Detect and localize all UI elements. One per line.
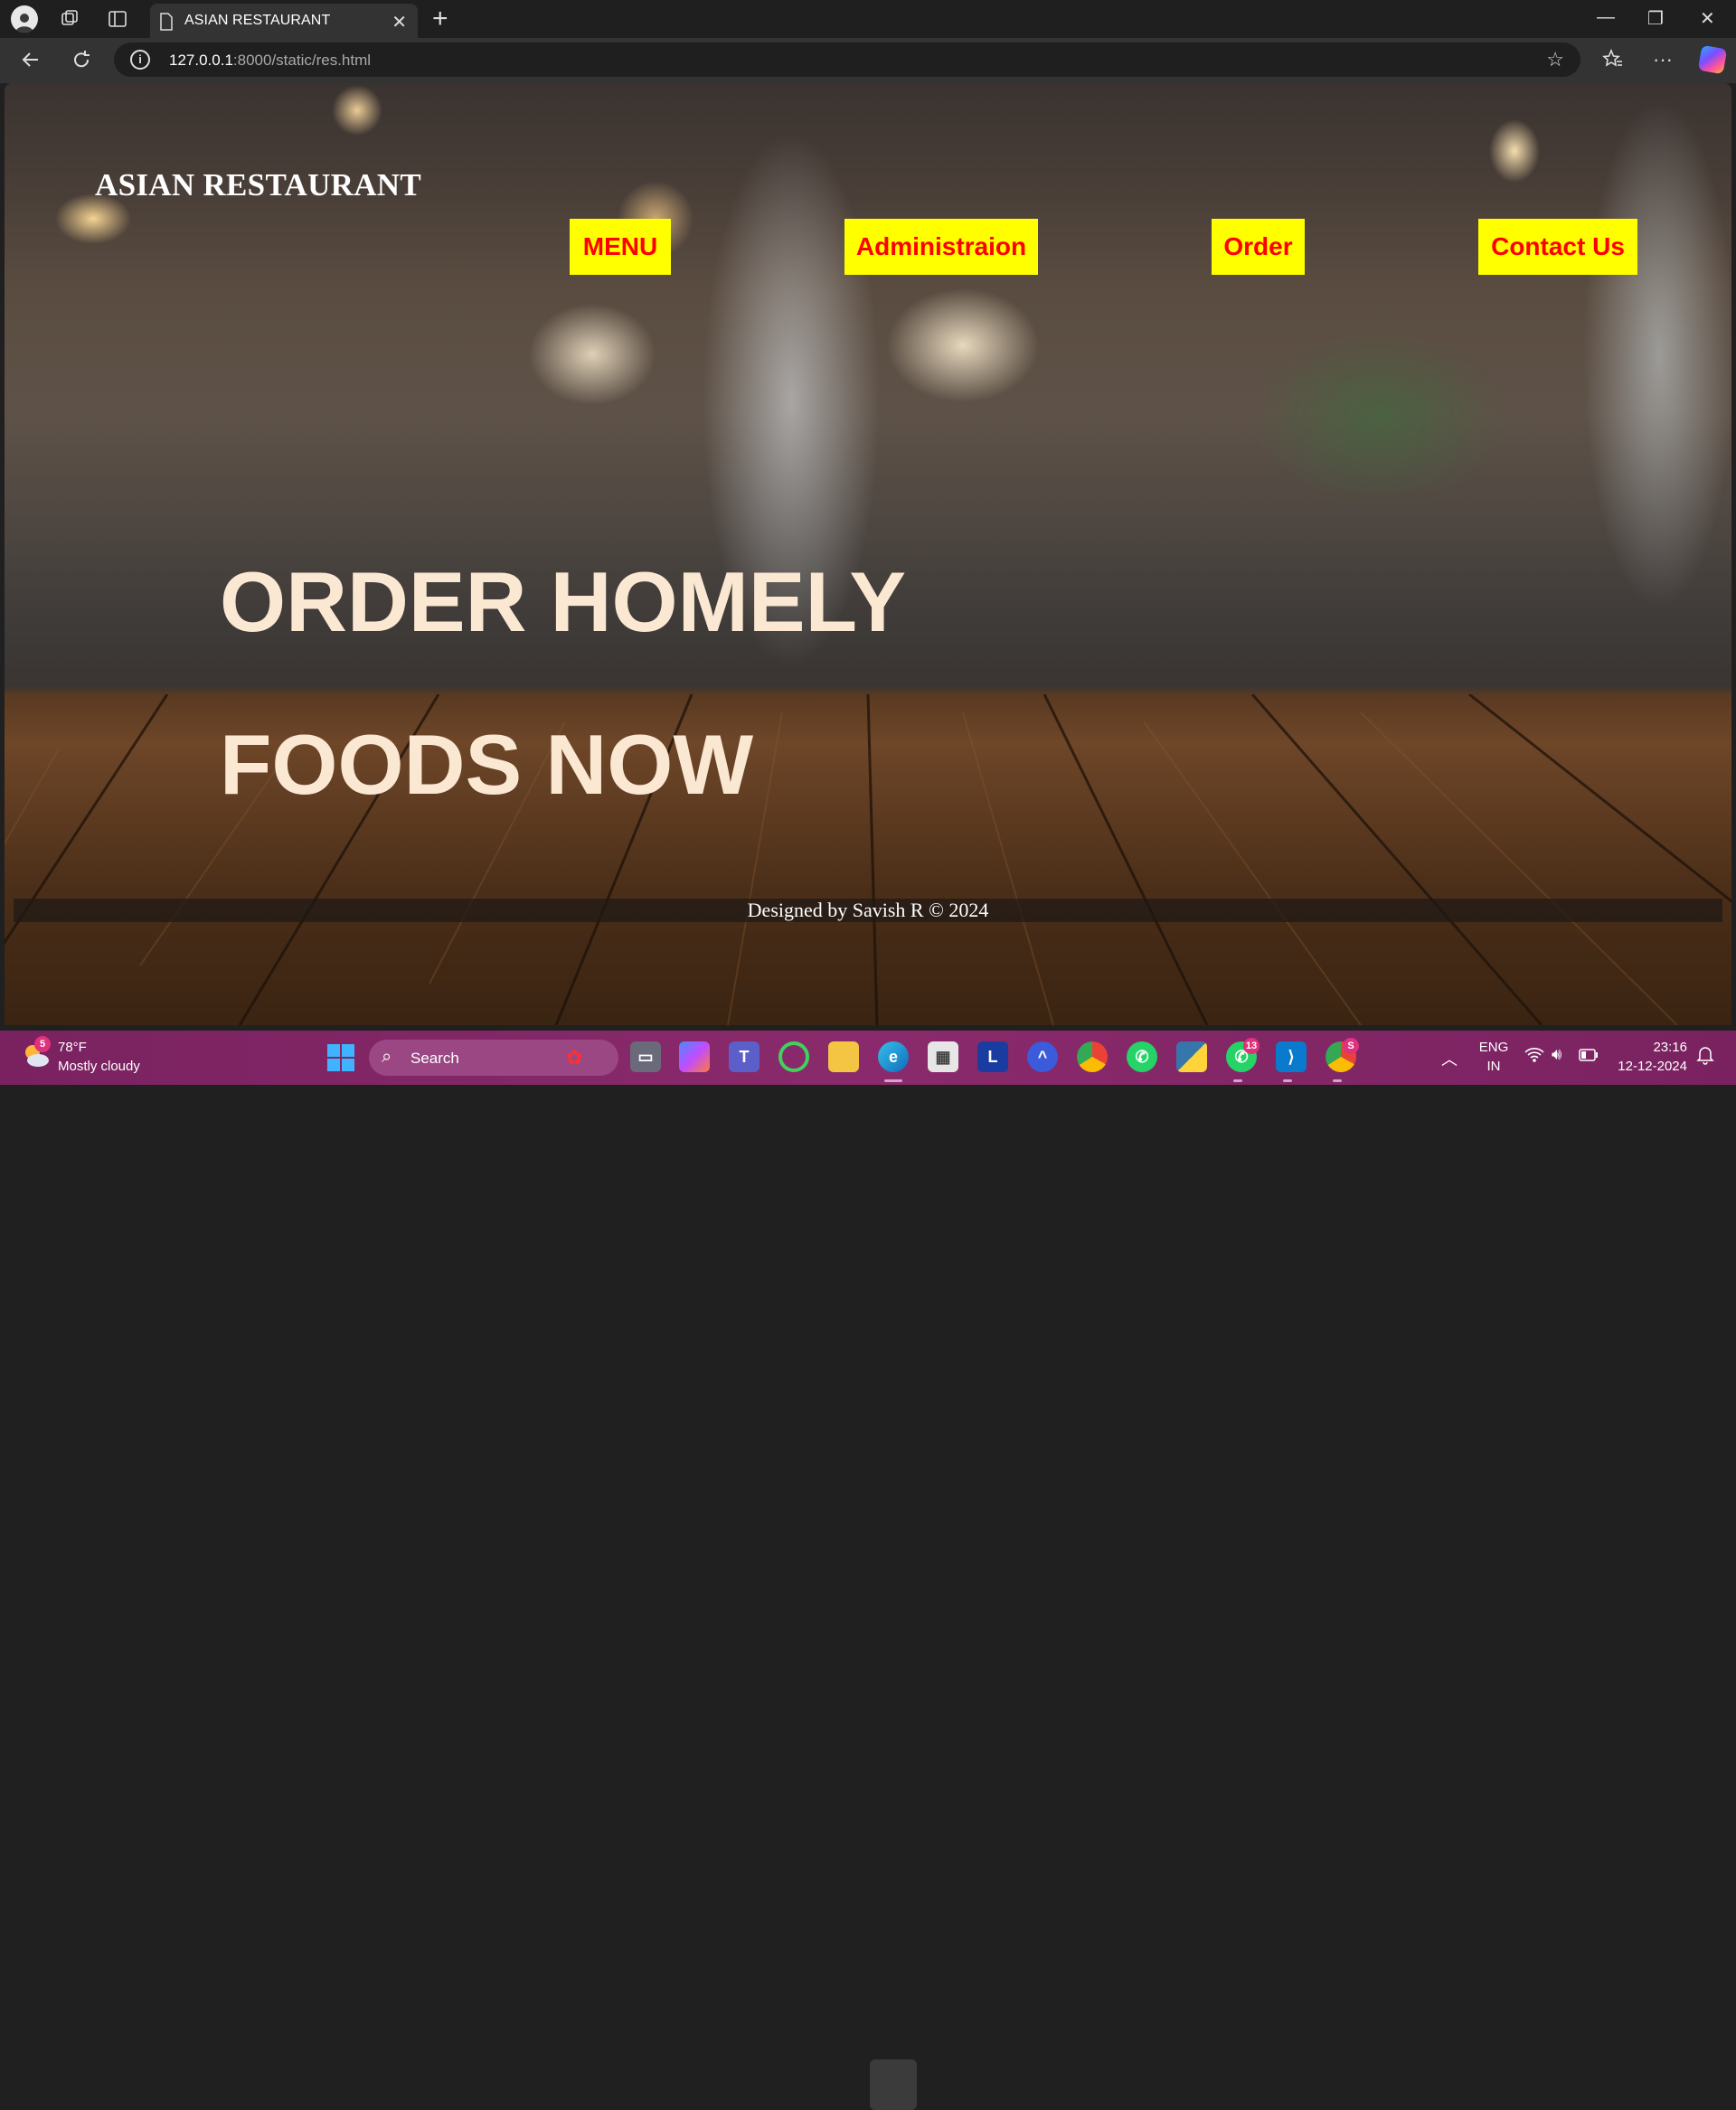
nav-order-button[interactable]: Order (1212, 219, 1305, 275)
favorites-icon[interactable] (1602, 48, 1624, 75)
battery-icon[interactable] (1579, 1047, 1599, 1066)
notification-bell-icon[interactable] (1696, 1045, 1714, 1069)
chrome-icon[interactable] (1077, 1041, 1108, 1072)
tab-title: ASIAN RESTAURANT (184, 13, 331, 28)
l-app-icon[interactable]: L (977, 1041, 1008, 1072)
search-label: Search (410, 1050, 459, 1067)
teams-icon[interactable]: T (729, 1041, 760, 1072)
address-bar[interactable]: i 127.0.0.1:8000/static/res.html ☆ (114, 42, 1580, 77)
weather-icon[interactable]: 5 (20, 1036, 51, 1070)
chevron-up-icon[interactable]: ︿ (1441, 1047, 1458, 1070)
site-logo[interactable]: ASIAN RESTAURANT (95, 167, 421, 203)
copilot-app-icon[interactable] (679, 1041, 710, 1072)
weather-badge: 5 (34, 1036, 51, 1052)
back-arrow-icon[interactable] (20, 49, 42, 76)
chrome-profile-badge: S (1343, 1038, 1359, 1054)
hero-heading-line2: FOODS NOW (220, 717, 754, 812)
active-app-highlight (870, 2059, 917, 2110)
chrome-running-indicator (1333, 1079, 1342, 1082)
new-tab-icon[interactable]: + (432, 4, 448, 34)
whatsapp-icon[interactable]: ✆ (1127, 1041, 1157, 1072)
whatsapp-badge: 13 (1243, 1038, 1260, 1054)
vscode-icon[interactable]: ⟩ (1276, 1041, 1307, 1072)
favorite-star-icon[interactable]: ☆ (1546, 48, 1564, 71)
profile-icon[interactable] (11, 5, 38, 33)
whatsapp-running-indicator (1233, 1079, 1242, 1082)
workspaces-icon[interactable] (56, 5, 83, 33)
volume-icon[interactable]: 🔊︎ (1552, 1045, 1561, 1064)
page-icon (159, 13, 174, 35)
language-indicator-bottom[interactable]: IN (1474, 1059, 1514, 1074)
page-viewport: ASIAN RESTAURANT MENU Administraion Orde… (5, 83, 1731, 1025)
clock-time[interactable]: 23:16 (1609, 1040, 1687, 1055)
wifi-icon[interactable] (1524, 1047, 1544, 1068)
browser-toolbar: i 127.0.0.1:8000/static/res.html ☆ ··· (0, 38, 1736, 83)
url-text: 127.0.0.1:8000/static/res.html (169, 52, 372, 69)
store-icon[interactable]: ▦ (928, 1041, 958, 1072)
restore-icon[interactable]: ❐ (1647, 7, 1664, 30)
python-icon[interactable] (1176, 1041, 1207, 1072)
search-highlight-icon: ✿ (566, 1046, 583, 1069)
edge-browser-icon[interactable]: e (878, 1041, 909, 1072)
search-icon: ⌕ (382, 1047, 392, 1067)
nav-administration-button[interactable]: Administraion (844, 219, 1038, 275)
language-indicator-top[interactable]: ENG (1474, 1040, 1514, 1055)
vertical-tabs-icon[interactable] (104, 5, 131, 33)
more-options-icon[interactable]: ··· (1653, 48, 1673, 71)
close-window-icon[interactable]: ✕ (1700, 7, 1715, 30)
hero-heading-line1: ORDER HOMELY (220, 554, 907, 649)
taskbar: 5 78°F Mostly cloudy ⌕ Search ✿ ▭ T e ▦ … (0, 1031, 1736, 2110)
sync-app-icon[interactable] (778, 1041, 809, 1072)
browser-title-bar: ASIAN RESTAURANT ✕ + — ❐ ✕ (0, 0, 1736, 38)
close-tab-icon[interactable]: ✕ (392, 11, 407, 33)
task-view-icon[interactable]: ▭ (630, 1041, 661, 1072)
edge-active-indicator (884, 1079, 902, 1082)
refresh-icon[interactable] (71, 49, 92, 76)
browser-tab[interactable]: ASIAN RESTAURANT ✕ (150, 4, 418, 38)
page-footer: Designed by Savish R © 2024 (14, 899, 1722, 922)
copilot-icon[interactable] (1697, 44, 1728, 75)
weather-temperature[interactable]: 78°F (58, 1040, 87, 1055)
nav-menu-button[interactable]: MENU (570, 219, 671, 275)
minimize-icon[interactable]: — (1597, 7, 1615, 28)
clock-date[interactable]: 12-12-2024 (1609, 1059, 1687, 1074)
site-info-icon[interactable]: i (130, 50, 150, 70)
vscode-running-indicator (1283, 1079, 1292, 1082)
arc-app-icon[interactable]: ^ (1027, 1041, 1058, 1072)
taskbar-search[interactable]: ⌕ Search ✿ (369, 1040, 618, 1076)
weather-condition[interactable]: Mostly cloudy (58, 1059, 140, 1074)
nav-contact-us-button[interactable]: Contact Us (1478, 219, 1637, 275)
windows-start-icon[interactable] (327, 1044, 354, 1071)
file-explorer-icon[interactable] (828, 1041, 859, 1072)
